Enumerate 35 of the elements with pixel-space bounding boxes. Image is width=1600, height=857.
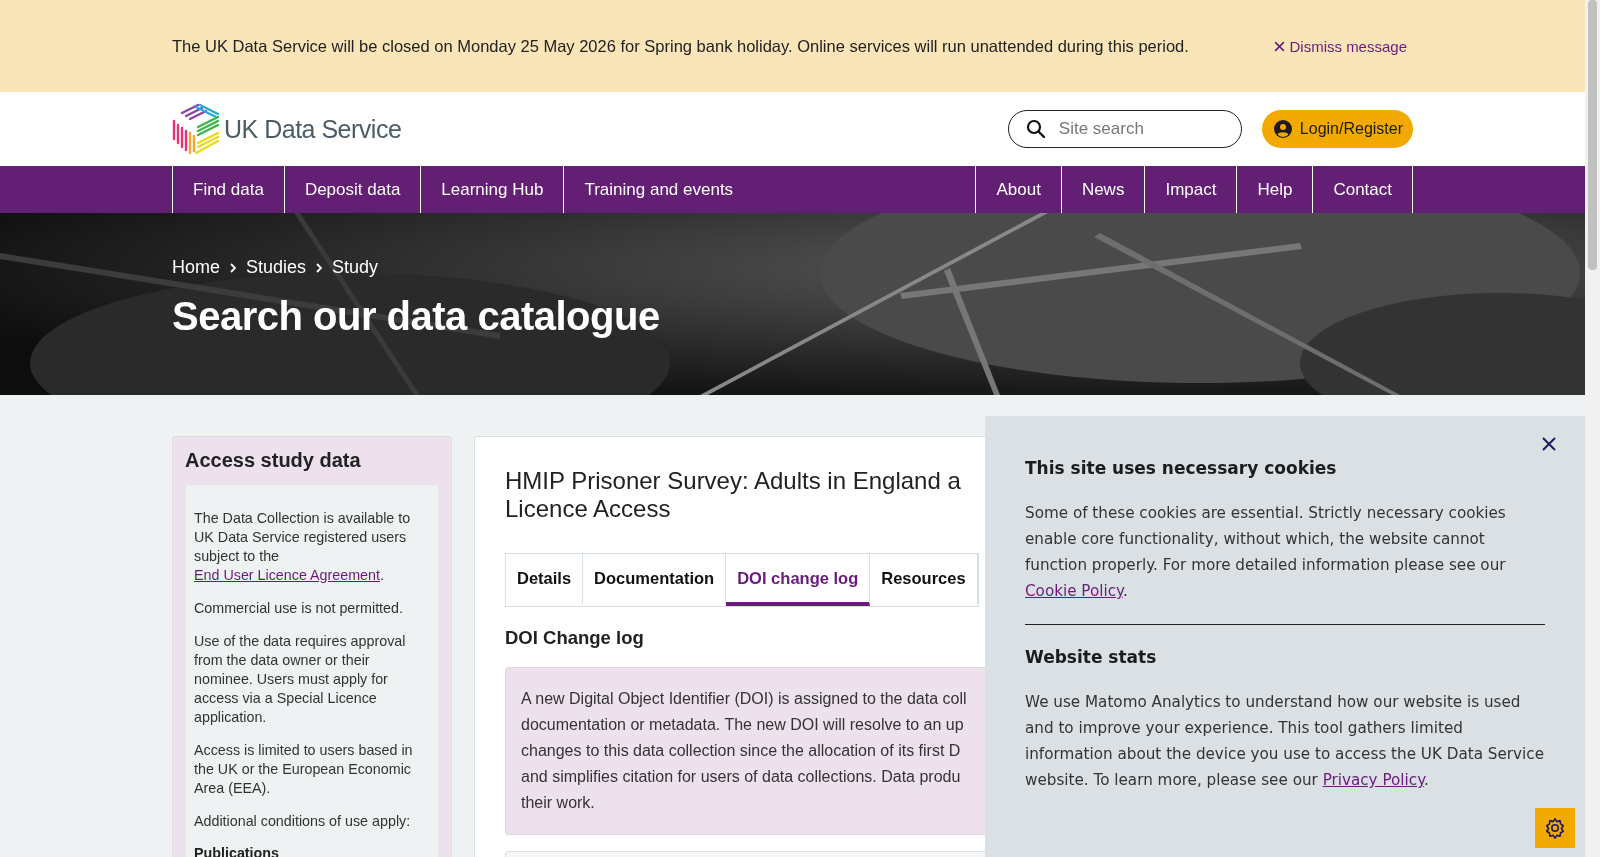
breadcrumb-link[interactable]: Studies [246, 257, 307, 278]
cookie-heading: Website stats [1025, 647, 1158, 667]
logo-wordmark[interactable]: UK Data Service [224, 114, 402, 144]
settings-button[interactable] [1535, 808, 1575, 848]
close-icon [1541, 436, 1557, 452]
logo-icon [172, 103, 220, 155]
dismiss-button[interactable]: Dismiss message [1274, 37, 1407, 55]
login-button[interactable]: Login/Register [1261, 110, 1413, 148]
cookie-text: We use Matomo Analytics to understand how our website is used and to improve your experience. This tool gathers limited information about the device you use to access the UK Data Service website. To learn more, please see our Privacy Policy. [1025, 692, 1545, 791]
breadcrumb-link[interactable]: Study [332, 257, 379, 278]
notice-message: The UK Data Service will be closed on Monday 25 May 2026 for Spring bank holiday. Online services will run unattended during this period. [172, 36, 1189, 56]
licence-link[interactable]: End User Licence Agreement [194, 567, 380, 583]
chevron-icon [229, 261, 237, 274]
section-heading: DOI Change log [505, 627, 644, 649]
study-title: HMIP Prisoner Survey: Adults in England a Licence Access [505, 467, 961, 523]
cookie-text: Some of these cookies are essential. Strictly necessary cookies enable core functionality, without which, the website cannot function properly. For more detailed information please see our Cookie Policy. [1025, 503, 1507, 602]
breadcrumb-link[interactable]: Home [172, 257, 220, 278]
policy-link[interactable]: Cookie Policy [1025, 582, 1123, 600]
info-text: A new Digital Object Identifier (DOI) is assigned to the data coll documentation or metadata. The new DOI will resolve to an up changes to this data collection since the allocation of its first D and simplifies citation for users of data collections. Data produ their work. [521, 689, 967, 813]
tab[interactable]: DOI change log [726, 554, 871, 606]
access-text: Additional conditions of use apply: [194, 812, 412, 831]
panel-heading: Access study data [185, 449, 362, 472]
page-title: Search our data catalogue [172, 294, 661, 339]
access-text: Commercial use is not permitted. [194, 599, 404, 618]
settings-icon [1544, 817, 1566, 839]
user-icon [1273, 120, 1292, 138]
access-text: The Data Collection is available to UK Data Service registered users subject to the End User Licence Agreement. [194, 509, 412, 585]
chevron-icon [315, 261, 324, 274]
cookie-heading: This site uses necessary cookies [1025, 458, 1338, 478]
access-text: Use of the data requires approval from the data owner or their nominee. Users must apply for access via a Special Licence application. [194, 632, 407, 727]
policy-link[interactable]: Privacy Policy [1322, 771, 1424, 789]
search-field[interactable]: Site search [1007, 110, 1242, 148]
close-icon [1274, 40, 1286, 52]
search-icon [1025, 119, 1046, 139]
access-text: Access is limited to users based in the UK or the European Economic Area (EEA). [194, 741, 414, 798]
